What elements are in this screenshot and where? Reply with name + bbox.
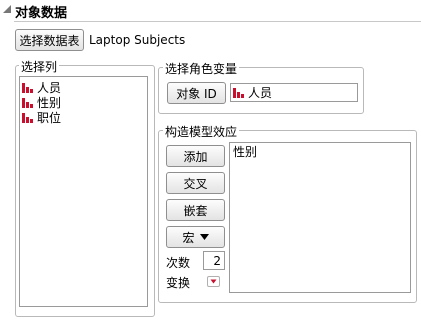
disclosure-triangle-icon[interactable] <box>2 4 13 15</box>
degree-label: 次数 <box>166 256 191 270</box>
role-variables-legend: 选择角色变量 <box>163 60 240 77</box>
subject-id-value: 人员 <box>248 86 273 100</box>
macros-button[interactable]: 宏 <box>166 226 225 248</box>
red-triangle-icon <box>210 279 217 284</box>
transform-label: 变换 <box>166 276 191 290</box>
page-title: 对象数据 <box>15 6 68 21</box>
list-item-effect[interactable]: 性别 <box>230 144 410 159</box>
data-table-name: Laptop Subjects <box>89 33 186 47</box>
continuous-column-icon <box>22 98 33 108</box>
subject-id-button[interactable]: 对象 ID <box>167 82 226 104</box>
cross-button[interactable]: 交叉 <box>166 172 225 194</box>
macros-label: 宏 <box>182 230 195 245</box>
continuous-column-icon <box>233 88 244 98</box>
effect-label: 性别 <box>233 145 258 159</box>
dropdown-arrow-icon <box>199 234 209 240</box>
continuous-column-icon <box>22 83 33 93</box>
column-label: 职位 <box>37 111 62 125</box>
nest-button[interactable]: 嵌套 <box>166 199 225 221</box>
degree-field[interactable]: 2 <box>203 251 225 270</box>
model-effects-list[interactable]: 性别 <box>229 142 411 293</box>
outline-header: 对象数据 <box>0 0 421 23</box>
add-button[interactable]: 添加 <box>166 145 225 167</box>
list-item-column[interactable]: 职位 <box>20 110 147 125</box>
title-divider <box>14 21 421 22</box>
list-item-column[interactable]: 人员 <box>20 80 147 95</box>
select-columns-legend: 选择列 <box>19 58 60 75</box>
select-data-table-button[interactable]: 选择数据表 <box>15 29 84 51</box>
subject-id-field[interactable]: 人员 <box>230 83 358 102</box>
column-list[interactable]: 人员 性别 职位 <box>19 76 148 307</box>
transform-dropdown[interactable] <box>207 276 220 287</box>
list-item-column[interactable]: 性别 <box>20 95 147 110</box>
continuous-column-icon <box>22 113 33 123</box>
model-effects-legend: 构造模型效应 <box>163 123 240 140</box>
